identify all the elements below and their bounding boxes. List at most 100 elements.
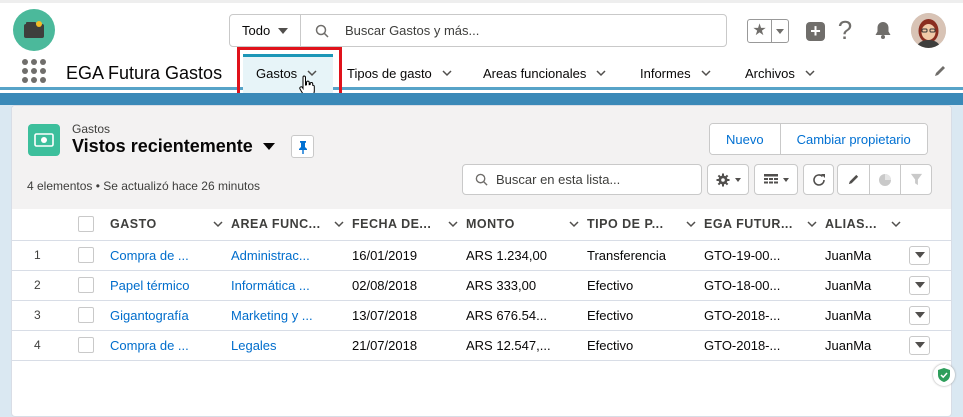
charts-icon[interactable]: [869, 165, 900, 194]
alias-cell: JuanMa: [825, 300, 909, 331]
row-checkbox[interactable]: [78, 307, 94, 324]
gasto-link[interactable]: Gigantografía: [110, 308, 189, 323]
column-header-monto[interactable]: MONTO: [466, 209, 587, 241]
tipo-cell: Transferencia: [587, 240, 704, 271]
pin-list-view-button[interactable]: [291, 135, 314, 158]
tab-informes[interactable]: Informes: [640, 56, 711, 90]
chevron-down-icon[interactable]: [807, 219, 817, 229]
row-actions-button[interactable]: [909, 275, 930, 295]
global-actions-plus-icon[interactable]: +: [806, 22, 825, 41]
app-launcher-icon[interactable]: [20, 57, 48, 85]
column-header-ega[interactable]: EGA FUTUR...: [704, 209, 825, 241]
chevron-down-icon[interactable]: [442, 68, 452, 78]
display-as-button[interactable]: [754, 164, 798, 195]
user-avatar[interactable]: [911, 13, 946, 48]
area-link[interactable]: Marketing y ...: [231, 308, 313, 323]
expense-object-icon: [28, 124, 60, 156]
tab-tipos-de-gasto[interactable]: Tipos de gasto: [347, 56, 452, 90]
ega-cell: GTO-2018-...: [704, 330, 825, 361]
row-actions-cell: [909, 240, 951, 271]
list-view-selector[interactable]: Vistos recientemente: [72, 136, 275, 157]
notifications-bell-icon[interactable]: [873, 20, 893, 43]
ega-cell: GTO-19-00...: [704, 240, 825, 271]
gasto-link[interactable]: Papel térmico: [110, 278, 189, 293]
row-actions-cell: [909, 270, 951, 301]
row-actions-button[interactable]: [909, 245, 930, 265]
search-icon: [315, 24, 329, 38]
table-row: 4 Compra de ... Legales 21/07/2018 ARS 1…: [12, 330, 951, 361]
row-select-cell: [78, 300, 110, 331]
edit-list-pencil-icon[interactable]: [838, 165, 869, 194]
chevron-down-icon[interactable]: [448, 219, 458, 229]
table-icon: [763, 173, 778, 183]
chevron-down-icon[interactable]: [262, 143, 275, 150]
list-search-input[interactable]: [496, 172, 701, 187]
security-shield-icon[interactable]: [933, 364, 955, 386]
list-settings-button[interactable]: [707, 164, 749, 195]
ega-cell: GTO-18-00...: [704, 270, 825, 301]
list-status: 4 elementos • Se actualizó hace 26 minut…: [27, 179, 261, 193]
filter-icon[interactable]: [900, 165, 931, 194]
global-header: Todo ★ + ?: [0, 0, 963, 56]
new-button[interactable]: Nuevo: [710, 124, 780, 154]
edit-nav-pencil-icon[interactable]: [933, 64, 947, 81]
row-checkbox[interactable]: [78, 247, 94, 264]
favorites-menu-button[interactable]: [772, 20, 788, 42]
list-search: [462, 164, 702, 195]
chevron-down-icon[interactable]: [701, 68, 711, 78]
chevron-down-icon[interactable]: [686, 219, 696, 229]
change-owner-button[interactable]: Cambiar propietario: [779, 124, 927, 154]
gasto-link[interactable]: Compra de ...: [110, 248, 189, 263]
chevron-down-icon[interactable]: [596, 68, 606, 78]
tab-areas-funcionales[interactable]: Areas funcionales: [483, 56, 606, 90]
row-actions-button[interactable]: [909, 305, 930, 325]
gasto-link[interactable]: Compra de ...: [110, 338, 189, 353]
select-all-header: [78, 209, 110, 241]
column-header-alias[interactable]: ALIAS...: [825, 209, 909, 241]
row-select-cell: [78, 330, 110, 361]
chevron-down-icon[interactable]: [334, 219, 344, 229]
global-search: Todo: [229, 14, 727, 47]
search-box: [301, 15, 726, 46]
chevron-down-icon[interactable]: [805, 68, 815, 78]
fecha-cell: 16/01/2019: [352, 240, 466, 271]
row-checkbox[interactable]: [78, 337, 94, 354]
tipo-cell: Efectivo: [587, 330, 704, 361]
alias-cell: JuanMa: [825, 330, 909, 361]
row-checkbox[interactable]: [78, 277, 94, 294]
object-label: Gastos: [72, 122, 111, 136]
table-header-row: GASTO AREA FUNC... FECHA DE... MONTO TIP…: [12, 209, 951, 241]
chevron-down-icon[interactable]: [213, 219, 223, 229]
area-link[interactable]: Legales: [231, 338, 277, 353]
help-icon[interactable]: ?: [836, 15, 854, 45]
row-number: 1: [12, 240, 78, 271]
row-number: 2: [12, 270, 78, 301]
search-icon: [475, 173, 488, 186]
app-logo-icon[interactable]: [13, 9, 55, 51]
column-header-tipo[interactable]: TIPO DE P...: [587, 209, 704, 241]
column-header-fecha[interactable]: FECHA DE...: [352, 209, 466, 241]
row-number: 3: [12, 300, 78, 331]
monto-cell: ARS 1.234,00: [466, 240, 587, 271]
favorites-button[interactable]: ★: [747, 19, 789, 43]
tab-archivos[interactable]: Archivos: [745, 56, 815, 90]
chevron-down-icon[interactable]: [891, 219, 901, 229]
row-actions-button[interactable]: [909, 335, 930, 355]
select-all-checkbox[interactable]: [78, 216, 94, 233]
chevron-down-icon[interactable]: [569, 219, 579, 229]
area-link[interactable]: Administrac...: [231, 248, 310, 263]
refresh-icon: [812, 173, 825, 186]
alias-cell: JuanMa: [825, 270, 909, 301]
search-scope-select[interactable]: Todo: [230, 15, 301, 46]
tab-label: Tipos de gasto: [347, 65, 432, 81]
column-header-gasto[interactable]: GASTO: [110, 209, 231, 241]
column-header-area[interactable]: AREA FUNC...: [231, 209, 352, 241]
refresh-button[interactable]: [803, 164, 834, 195]
list-edit-tools: [837, 164, 932, 195]
tab-label: Areas funcionales: [483, 65, 587, 81]
area-link[interactable]: Informática ...: [231, 278, 310, 293]
row-actions-cell: [909, 300, 951, 331]
column-label: MONTO: [466, 217, 515, 232]
search-input[interactable]: [345, 23, 726, 38]
star-icon[interactable]: ★: [748, 20, 772, 42]
